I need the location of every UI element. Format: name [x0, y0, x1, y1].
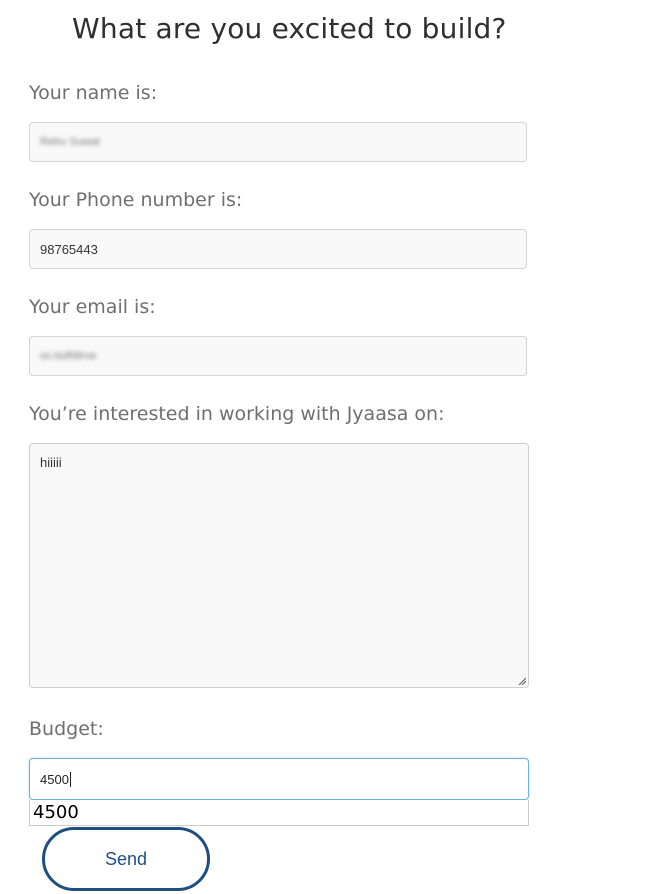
interest-label: You’re interested in working with Jyaasa…: [29, 403, 445, 425]
phone-value: 98765443: [40, 241, 98, 257]
name-value: Rehu Suwat: [40, 136, 100, 148]
form-title: What are you excited to build?: [72, 12, 507, 45]
interest-textarea[interactable]: hiiiii: [29, 443, 529, 688]
budget-label: Budget:: [29, 718, 104, 740]
text-caret: [69, 771, 71, 787]
interest-value: hiiiii: [40, 455, 62, 470]
email-label: Your email is:: [29, 296, 156, 318]
name-label: Your name is:: [29, 82, 158, 104]
email-field[interactable]: ss.tsdfdtrve: [29, 336, 527, 376]
phone-field[interactable]: 98765443: [29, 229, 527, 269]
name-field[interactable]: Rehu Suwat: [29, 122, 527, 162]
phone-label: Your Phone number is:: [29, 189, 243, 211]
budget-value: 4500: [40, 771, 69, 787]
contact-form-page: What are you excited to build? Your name…: [0, 0, 659, 894]
send-button[interactable]: Send: [42, 827, 210, 891]
budget-autocomplete-suggestion[interactable]: 4500: [29, 800, 529, 826]
resize-grip-icon[interactable]: [518, 677, 526, 685]
email-value: ss.tsdfdtrve: [40, 350, 97, 362]
budget-input[interactable]: 4500: [29, 758, 529, 800]
